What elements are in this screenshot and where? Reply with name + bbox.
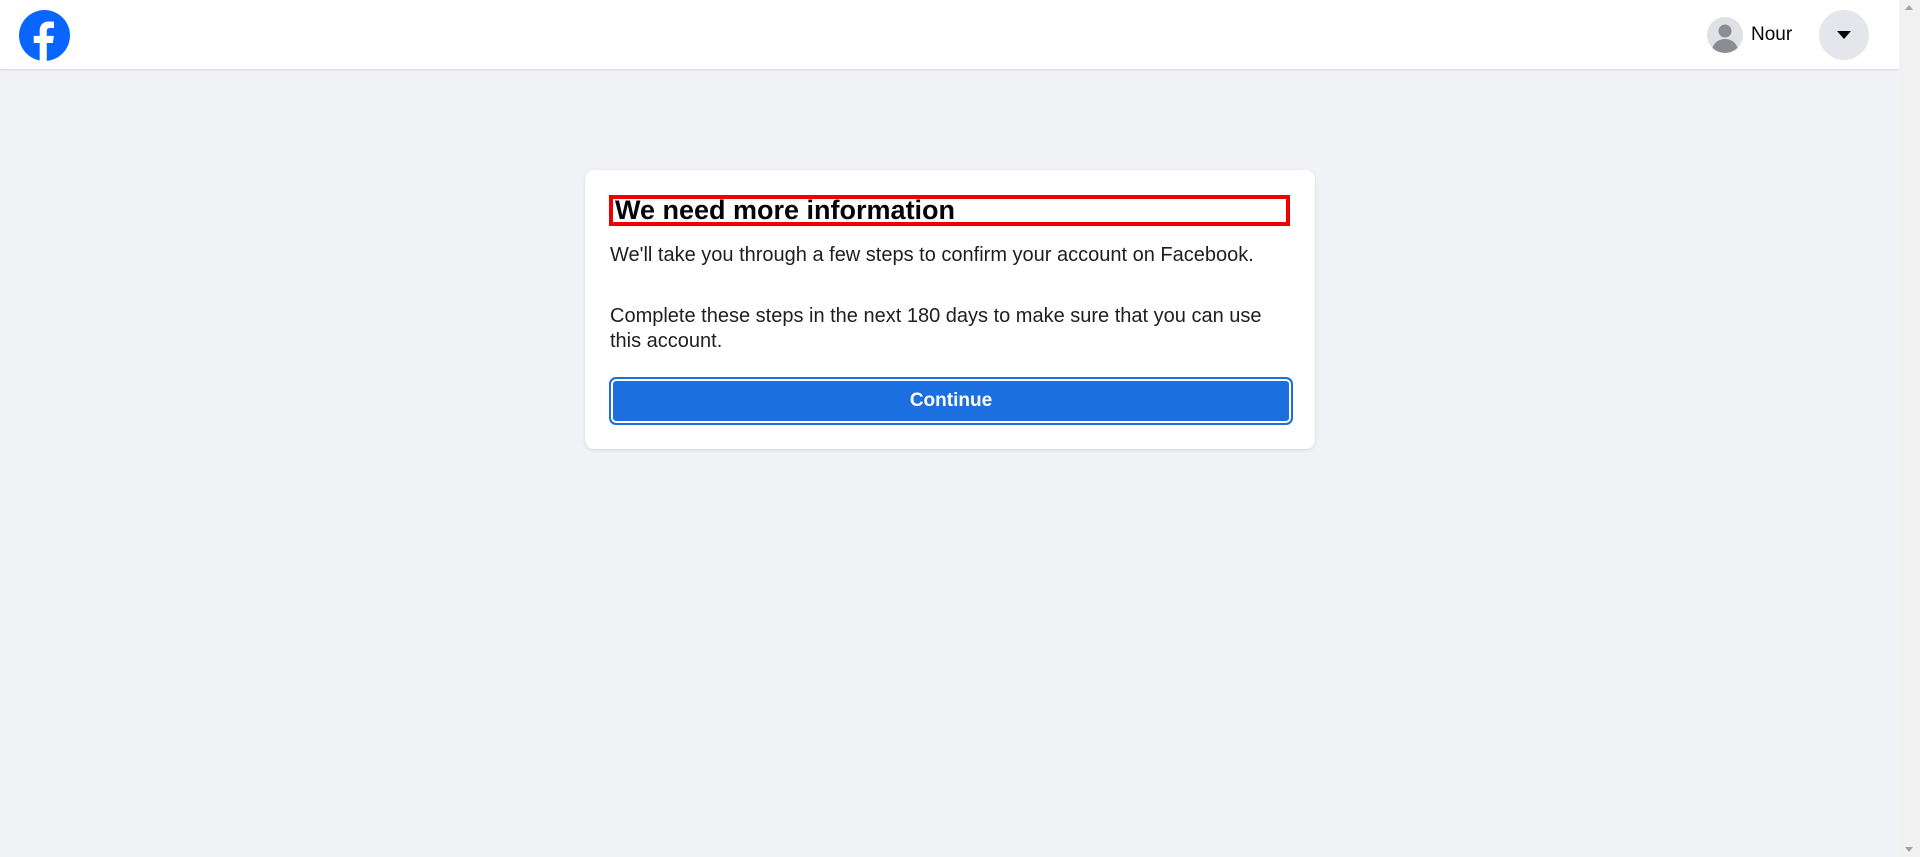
- card-description: We'll take you through a few steps to co…: [610, 244, 1254, 266]
- vertical-scrollbar[interactable]: [1899, 0, 1920, 857]
- facebook-logo-icon[interactable]: [19, 10, 70, 61]
- continue-button[interactable]: Continue: [609, 377, 1293, 425]
- card-deadline-note: Complete these steps in the next 180 day…: [610, 305, 1262, 352]
- scroll-down-arrow-icon[interactable]: [1905, 847, 1913, 852]
- confirm-account-card: We need more information We'll take you …: [585, 170, 1315, 449]
- caret-down-icon: [1837, 31, 1851, 39]
- user-avatar-icon: [1707, 17, 1743, 53]
- card-title: We need more information: [609, 195, 1290, 226]
- top-navigation-bar: Nour: [0, 0, 1899, 69]
- profile-name: Nour: [1751, 24, 1793, 45]
- scroll-up-arrow-icon[interactable]: [1905, 5, 1913, 10]
- profile-button[interactable]: Nour: [1707, 16, 1792, 54]
- page: Nour We need more information We'll take…: [0, 0, 1920, 857]
- account-menu-button[interactable]: [1819, 10, 1869, 60]
